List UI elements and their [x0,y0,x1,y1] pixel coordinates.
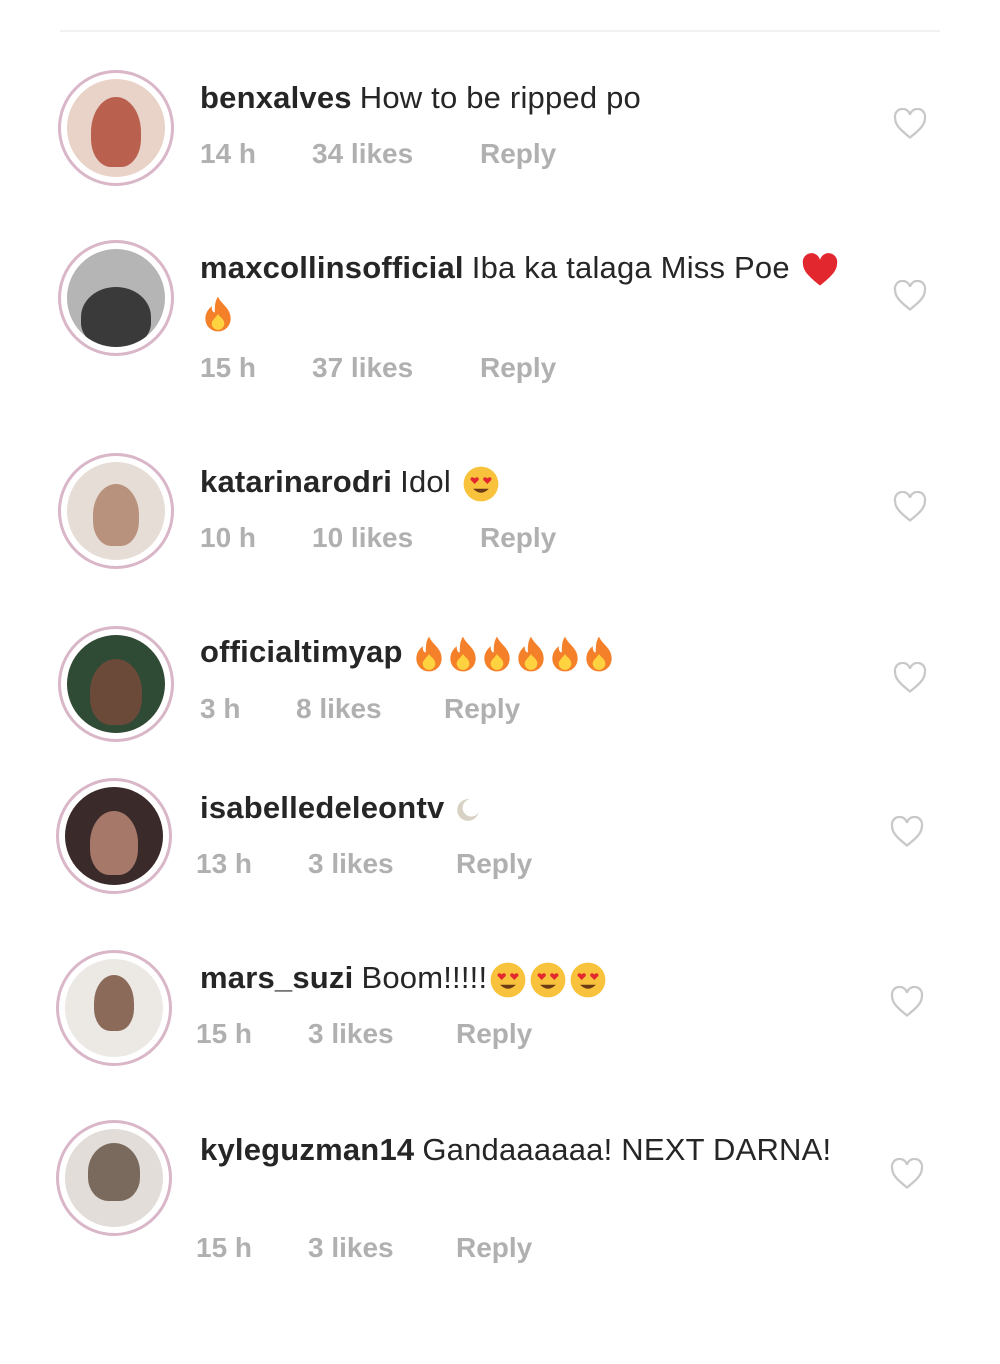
like-heart-icon[interactable] [890,815,924,848]
fire-icon [447,635,479,673]
comment-text: Gandaaaaaa! NEXT DARNA! [422,1132,832,1167]
like-heart-icon[interactable] [893,490,927,523]
like-heart-icon[interactable] [893,279,927,312]
comment-meta: 10 h 10 likes Reply [200,522,556,554]
fire-icon [481,635,513,673]
comment-username[interactable]: kyleguzman14 [200,1132,414,1167]
avatar-photo [67,79,165,177]
like-heart-icon[interactable] [890,985,924,1018]
avatar[interactable] [56,778,172,894]
like-heart-icon[interactable] [893,107,927,140]
comment-username[interactable]: officialtimyap [200,634,403,669]
reply-button[interactable]: Reply [444,693,520,725]
comment-likes[interactable]: 3 likes [308,1018,456,1050]
avatar-photo [67,462,165,560]
avatar-photo [65,787,163,885]
comment-username[interactable]: isabelledeleontv [200,790,444,825]
comment-likes[interactable]: 10 likes [312,522,480,554]
reply-button[interactable]: Reply [480,138,556,170]
comment-text: Boom!!!!! [361,960,488,995]
avatar-photo [65,959,163,1057]
reply-button[interactable]: Reply [480,352,556,384]
comment-username[interactable]: maxcollinsofficial [200,250,464,285]
reply-button[interactable]: Reply [456,1232,532,1264]
heart-eyes-icon [489,961,527,999]
moon-icon [455,797,481,823]
avatar-photo [65,1129,163,1227]
fire-icon [515,635,547,673]
fire-icon [583,635,615,673]
comment-meta: 3 h8 likes Reply [200,693,520,725]
avatar[interactable] [58,240,174,356]
reply-button[interactable]: Reply [456,848,532,880]
comment-username[interactable]: katarinarodri [200,464,392,499]
reply-button[interactable]: Reply [456,1018,532,1050]
heart-eyes-icon [462,465,500,503]
comment-meta: 15 h3 likes Reply [196,1232,532,1264]
comment-time[interactable]: 13 h [196,848,308,880]
heart-eyes-icon [569,961,607,999]
comment-time[interactable]: 10 h [200,522,312,554]
comment-time[interactable]: 15 h [196,1018,308,1050]
avatar-photo [67,249,165,347]
fire-icon [202,295,234,333]
like-heart-icon[interactable] [893,661,927,694]
comment-meta: 15 h 37 likes Reply [200,352,556,384]
red-heart-icon [801,252,839,287]
reply-button[interactable]: Reply [480,522,556,554]
comment-meta: 15 h3 likes Reply [196,1018,532,1050]
comment-meta: 13 h3 likes Reply [196,848,532,880]
comment-likes[interactable]: 8 likes [296,693,444,725]
fire-icon [413,635,445,673]
comment-meta: 14 h 34 likes Reply [200,138,556,170]
avatar[interactable] [56,1120,172,1236]
avatar-photo [67,635,165,733]
comment-time[interactable]: 15 h [196,1232,308,1264]
avatar[interactable] [58,70,174,186]
comment-time[interactable]: 15 h [200,352,312,384]
comment-text: Idol [400,464,451,499]
comment-likes[interactable]: 34 likes [312,138,480,170]
fire-icon [549,635,581,673]
comment-text: How to be ripped po [359,80,641,115]
avatar[interactable] [58,626,174,742]
heart-eyes-icon [529,961,567,999]
comment-text: Iba ka talaga Miss Poe [471,250,790,285]
avatar[interactable] [58,453,174,569]
top-divider [60,30,940,32]
comment-username[interactable]: mars_suzi [200,960,353,995]
comment-time[interactable]: 14 h [200,138,312,170]
like-heart-icon[interactable] [890,1157,924,1190]
comment-likes[interactable]: 3 likes [308,1232,456,1264]
avatar[interactable] [56,950,172,1066]
comment-time[interactable]: 3 h [200,693,296,725]
comment-likes[interactable]: 3 likes [308,848,456,880]
comment-likes[interactable]: 37 likes [312,352,480,384]
comment-username[interactable]: benxalves [200,80,352,115]
